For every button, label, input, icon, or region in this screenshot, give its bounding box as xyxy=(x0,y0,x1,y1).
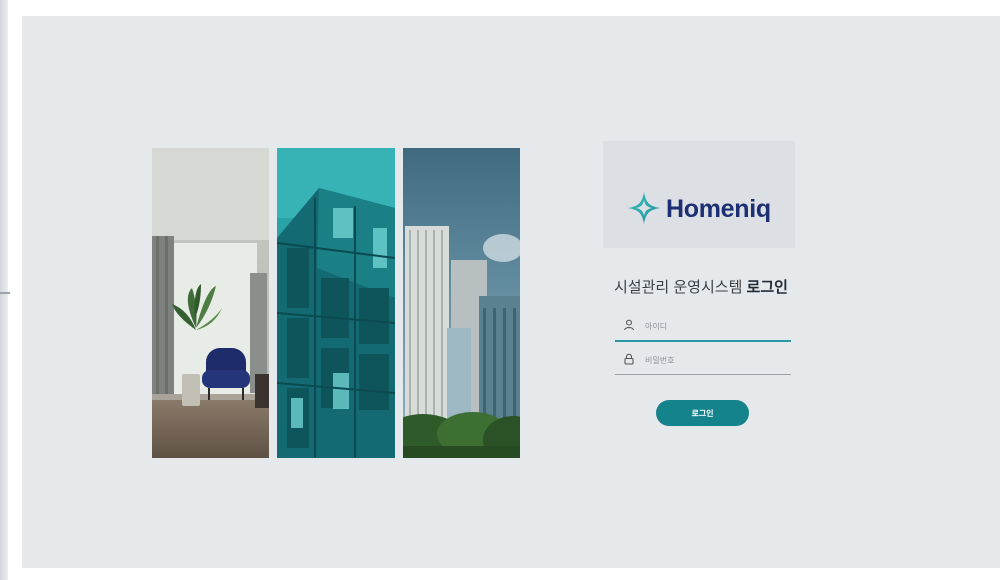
login-button[interactable]: 로그인 xyxy=(656,400,749,426)
edge-tick xyxy=(0,292,10,294)
username-field[interactable] xyxy=(615,312,791,342)
page-title: 시설관리 운영시스템 로그인 xyxy=(614,276,794,297)
title-emphasis: 로그인 xyxy=(746,279,788,296)
interior-photo xyxy=(152,148,269,458)
brand-name: Homeniq xyxy=(666,195,771,223)
lock-icon xyxy=(624,353,634,365)
brand-logo-box: Homeniq xyxy=(603,141,795,248)
facade-photo xyxy=(277,148,395,458)
skyline-photo xyxy=(403,148,520,458)
title-prefix: 시설관리 운영시스템 xyxy=(614,279,743,296)
user-icon xyxy=(623,319,635,331)
password-field[interactable] xyxy=(615,346,791,375)
username-input[interactable] xyxy=(643,315,787,337)
sparkle-logo-icon xyxy=(628,192,660,224)
password-input[interactable] xyxy=(643,349,787,371)
window-left-edge xyxy=(0,0,8,580)
